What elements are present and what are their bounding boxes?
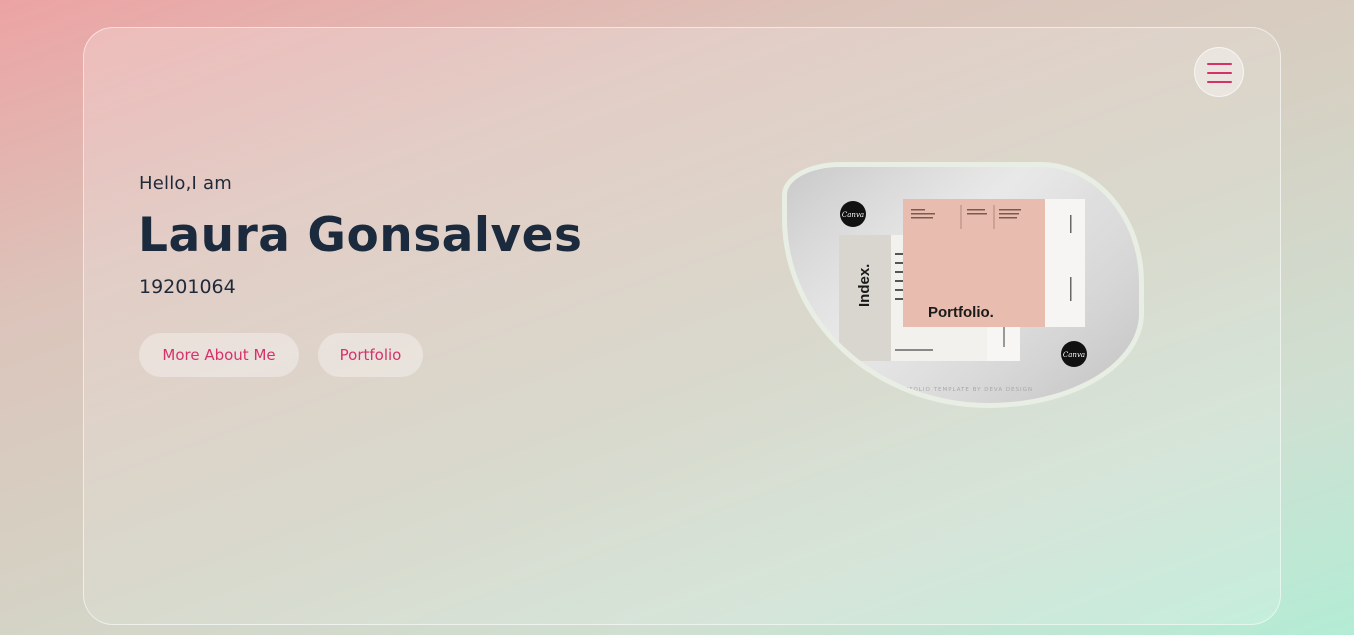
hero-card: Hello,I am Laura Gonsalves 19201064 More… [83,27,1281,625]
portfolio-title: Portfolio. [928,304,994,321]
more-about-me-button[interactable]: More About Me [139,333,299,377]
hero-name: Laura Gonsalves [138,208,583,263]
portfolio-page: Portfolio. [903,199,1085,327]
svg-text:Canva: Canva [842,211,864,219]
index-title: Index. [856,264,873,307]
student-id: 19201064 [139,276,236,298]
greeting-text: Hello,I am [139,173,232,194]
canva-badge-bottom: Canva [1061,341,1087,367]
image-caption: PORTFOLIO TEMPLATE BY DEVA DESIGN [891,387,1033,393]
portfolio-button[interactable]: Portfolio [318,333,423,377]
svg-text:Canva: Canva [1063,351,1085,359]
canva-badge-top: Canva [840,201,866,227]
menu-button[interactable] [1194,47,1244,97]
portfolio-preview-image: Index. Portfolio. Canva Canva PORTFOLIO … [782,162,1144,408]
